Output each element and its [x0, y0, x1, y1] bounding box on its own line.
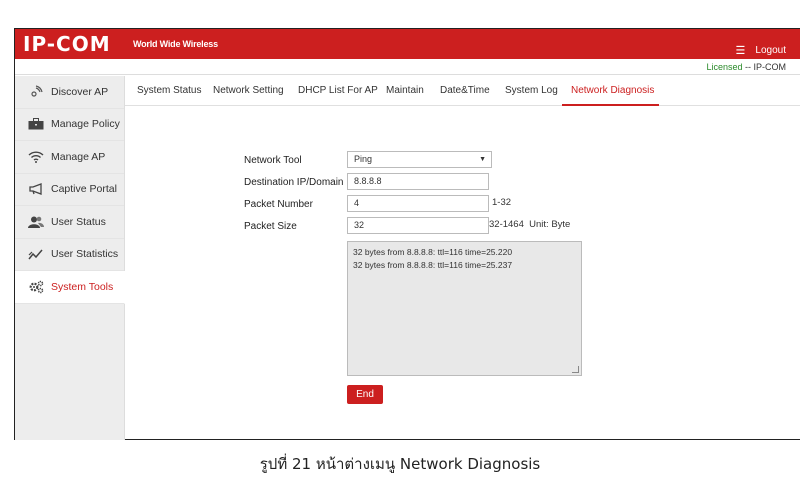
- brand-logo: IP-COM: [23, 32, 111, 56]
- wifi-icon: [27, 150, 45, 164]
- megaphone-icon: [27, 182, 45, 196]
- users-icon: [27, 215, 45, 229]
- top-bar: IP-COM World Wide Wireless ☰ Logout: [15, 29, 800, 59]
- packet-number-input[interactable]: 4: [347, 195, 489, 212]
- resize-grip-icon[interactable]: [572, 366, 579, 373]
- packet-number-label: Packet Number: [244, 199, 313, 210]
- network-tool-select[interactable]: Ping ▼: [347, 151, 492, 168]
- tab-network-setting[interactable]: Network Setting: [213, 76, 284, 106]
- sidebar-item-user-statistics[interactable]: User Statistics: [15, 239, 124, 271]
- diagnosis-output[interactable]: 32 bytes from 8.8.8.8: ttl=116 time=25.2…: [347, 241, 582, 376]
- chart-line-icon: [27, 247, 45, 261]
- sidebar-item-label: User Status: [51, 215, 106, 228]
- tab-network-diagnosis[interactable]: Network Diagnosis: [571, 76, 654, 106]
- sidebar-item-system-tools[interactable]: System Tools: [15, 271, 125, 304]
- briefcase-icon: [27, 117, 45, 131]
- sidebar-item-label: Discover AP: [51, 85, 109, 98]
- packet-size-hint: 32-1464 Unit: Byte: [489, 219, 571, 230]
- license-separator: --: [744, 62, 751, 72]
- tab-date-time[interactable]: Date&Time: [440, 76, 490, 106]
- sidebar-item-manage-ap[interactable]: Manage AP: [15, 141, 124, 174]
- sidebar-item-label: Captive Portal: [51, 183, 117, 196]
- dropdown-arrow-icon: ▼: [479, 156, 486, 163]
- license-status: Licensed -- IP-COM: [706, 62, 786, 72]
- output-line: 32 bytes from 8.8.8.8: ttl=116 time=25.2…: [353, 260, 513, 270]
- network-tool-value: Ping: [354, 154, 373, 164]
- license-bar: Licensed -- IP-COM: [15, 59, 800, 75]
- discover-ap-icon: [27, 85, 45, 99]
- tab-maintain[interactable]: Maintain: [386, 76, 424, 106]
- sidebar-item-label: System Tools: [51, 280, 114, 293]
- packet-size-label: Packet Size: [244, 221, 297, 232]
- packet-size-input[interactable]: 32: [347, 217, 489, 234]
- hamburger-icon[interactable]: ☰: [736, 44, 746, 57]
- sidebar-item-label: User Statistics: [51, 248, 119, 261]
- sidebar-item-captive-portal[interactable]: Captive Portal: [15, 174, 124, 206]
- license-brand: IP-COM: [753, 62, 787, 72]
- sidebar-item-label: Manage Policy: [51, 118, 120, 131]
- sidebar-item-discover-ap[interactable]: Discover AP: [15, 76, 124, 109]
- tab-dhcp-list-for-ap[interactable]: DHCP List For AP: [298, 76, 378, 106]
- logout-link[interactable]: Logout: [755, 45, 786, 56]
- active-tab-indicator: [562, 104, 659, 106]
- top-actions: ☰ Logout: [736, 44, 786, 57]
- end-button[interactable]: End: [347, 385, 383, 404]
- gears-icon: [27, 280, 45, 294]
- tab-system-status[interactable]: System Status: [137, 76, 201, 106]
- tab-bar: System Status Network Setting DHCP List …: [125, 76, 800, 106]
- output-line: 32 bytes from 8.8.8.8: ttl=116 time=25.2…: [353, 247, 513, 257]
- destination-label: Destination IP/Domain: [244, 177, 344, 188]
- sidebar-item-label: Manage AP: [51, 150, 106, 163]
- brand-tagline: World Wide Wireless: [133, 39, 218, 49]
- destination-input[interactable]: 8.8.8.8: [347, 173, 489, 190]
- figure-caption: รูปที่ 21 หน้าต่างเมนู Network Diagnosis: [259, 455, 541, 473]
- tab-system-log[interactable]: System Log: [505, 76, 558, 106]
- network-tool-label: Network Tool: [244, 155, 302, 166]
- license-label: Licensed: [706, 62, 743, 72]
- app-window: IP-COM World Wide Wireless ☰ Logout Lice…: [14, 28, 800, 440]
- sidebar: Discover AP Manage Policy Manage AP Capt…: [15, 76, 125, 440]
- packet-number-hint: 1-32: [492, 197, 512, 208]
- sidebar-item-user-status[interactable]: User Status: [15, 206, 124, 239]
- sidebar-item-manage-policy[interactable]: Manage Policy: [15, 109, 124, 141]
